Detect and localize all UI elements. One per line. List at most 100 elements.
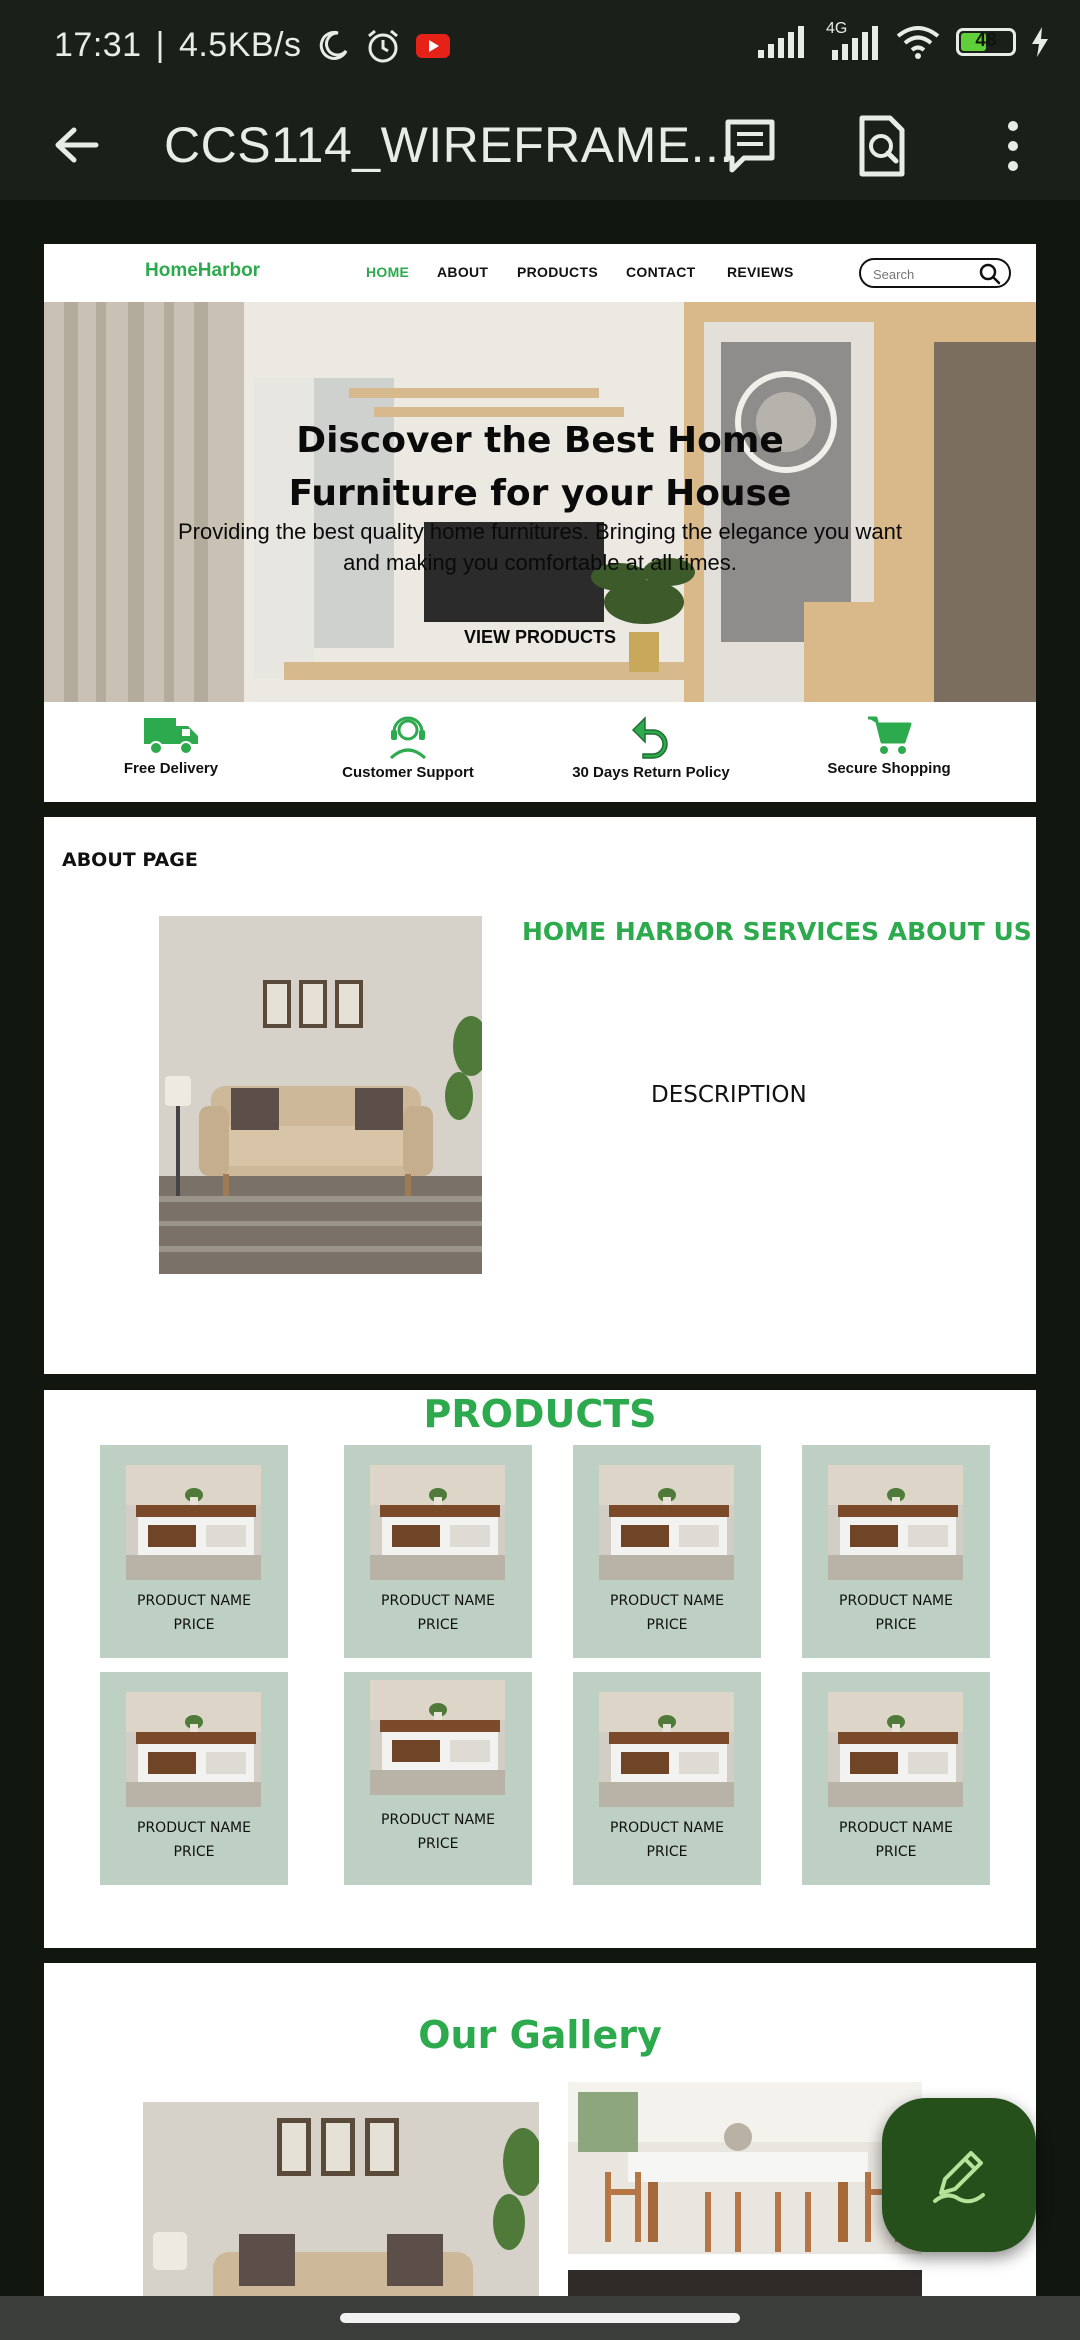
hero-subtitle: Providing the best quality home furnitur… bbox=[44, 516, 1036, 578]
sofa-image bbox=[159, 916, 482, 1274]
about-description: DESCRIPTION bbox=[651, 1082, 807, 1108]
product-name: PRODUCT NAME bbox=[610, 1820, 724, 1836]
product-image bbox=[126, 1465, 261, 1580]
wifi-icon bbox=[896, 26, 940, 59]
battery-icon: 48 bbox=[956, 28, 1016, 56]
search-box[interactable] bbox=[859, 258, 1011, 288]
search-icon[interactable] bbox=[979, 263, 1001, 285]
headset-icon bbox=[389, 716, 427, 760]
about-heading: HOME HARBOR SERVICES ABOUT US bbox=[522, 917, 1032, 946]
product-name: PRODUCT NAME bbox=[839, 1593, 953, 1609]
product-name: PRODUCT NAME bbox=[137, 1593, 251, 1609]
charging-icon bbox=[1032, 27, 1048, 57]
feature-customer-support: Customer Support bbox=[338, 714, 478, 781]
product-price: PRICE bbox=[646, 1844, 688, 1860]
product-image bbox=[828, 1692, 963, 1807]
battery-text: 48 bbox=[975, 30, 997, 51]
search-input[interactable] bbox=[871, 263, 979, 285]
status-time: 17:31 bbox=[54, 26, 142, 64]
signal-4g-icon bbox=[832, 26, 878, 60]
feature-label: Free Delivery bbox=[123, 760, 219, 777]
youtube-icon bbox=[415, 33, 450, 58]
status-left: 17:31 | 4.5KB/s bbox=[54, 26, 450, 65]
product-name: PRODUCT NAME bbox=[610, 1593, 724, 1609]
product-card[interactable]: PRODUCT NAME PRICE bbox=[100, 1445, 288, 1658]
alarm-icon bbox=[367, 29, 398, 62]
feature-return-policy: 30 Days Return Policy bbox=[566, 714, 736, 781]
product-name: PRODUCT NAME bbox=[381, 1593, 495, 1609]
product-price: PRICE bbox=[875, 1617, 917, 1633]
nav-reviews[interactable]: REVIEWS bbox=[727, 264, 794, 280]
products-page-card: PRODUCTS PRODUCT NAME PRICE PRODUCT NAME PR… bbox=[44, 1390, 1036, 1948]
hero-page-card: HomeHarbor HOME ABOUT PRODUCTS CONTACT R… bbox=[44, 244, 1036, 802]
nav-contact[interactable]: CONTACT bbox=[626, 264, 696, 280]
hero-title-line1: Discover the Best Home bbox=[296, 420, 784, 461]
product-card[interactable]: PRODUCT NAME PRICE bbox=[573, 1672, 761, 1885]
view-products-button[interactable]: VIEW PRODUCTS bbox=[44, 627, 1036, 648]
product-card[interactable]: PRODUCT NAME PRICE bbox=[344, 1672, 532, 1885]
hero-title: Discover the Best Home Furniture for you… bbox=[44, 414, 1036, 520]
about-sofa-image bbox=[159, 916, 482, 1274]
status-bar: 17:31 | 4.5KB/s 4G 48 bbox=[0, 0, 1080, 96]
search-document-icon bbox=[859, 115, 905, 177]
document-toolbar: CCS114_WIREFRAME... bbox=[0, 96, 1080, 200]
product-image bbox=[599, 1465, 734, 1580]
product-card[interactable]: PRODUCT NAME PRICE bbox=[344, 1445, 532, 1658]
document-title: CCS114_WIREFRAME... bbox=[164, 117, 734, 173]
nav-home[interactable]: HOME bbox=[366, 264, 409, 280]
product-price: PRICE bbox=[173, 1617, 215, 1633]
feature-free-delivery: Free Delivery bbox=[116, 714, 226, 777]
feature-secure-shopping: Secure Shopping bbox=[824, 714, 954, 777]
hero-title-line2: Furniture for your House bbox=[288, 473, 792, 514]
product-image bbox=[599, 1692, 734, 1807]
product-price: PRICE bbox=[173, 1844, 215, 1860]
gallery-image-dining bbox=[568, 2082, 922, 2254]
site-brand[interactable]: HomeHarbor bbox=[145, 260, 260, 282]
edit-fab-button[interactable] bbox=[882, 2098, 1036, 2252]
product-price: PRICE bbox=[646, 1617, 688, 1633]
features-bar: Free Delivery Customer Support 30 Days R… bbox=[44, 702, 1036, 802]
return-arrow-icon bbox=[631, 716, 668, 759]
feature-label: Secure Shopping bbox=[827, 760, 951, 777]
nav-products[interactable]: PRODUCTS bbox=[517, 264, 598, 280]
product-image bbox=[126, 1692, 261, 1807]
product-price: PRICE bbox=[875, 1844, 917, 1860]
nav-about[interactable]: ABOUT bbox=[437, 264, 488, 280]
hero-subtitle-line1: Providing the best quality home furnitur… bbox=[178, 519, 902, 544]
product-price: PRICE bbox=[417, 1836, 459, 1852]
search-document-button[interactable] bbox=[854, 114, 910, 183]
about-page-card: ABOUT PAGE HOME HARBOR SERVICES ABOUT US… bbox=[44, 817, 1036, 1374]
product-name: PRODUCT NAME bbox=[381, 1812, 495, 1828]
network-4g: 4G bbox=[820, 20, 880, 60]
product-card[interactable]: PRODUCT NAME PRICE bbox=[100, 1672, 288, 1885]
back-button[interactable] bbox=[50, 118, 104, 177]
feature-label: 30 Days Return Policy bbox=[572, 764, 730, 781]
product-image bbox=[370, 1680, 505, 1795]
signal-icon bbox=[758, 26, 804, 58]
product-card[interactable]: PRODUCT NAME PRICE bbox=[802, 1672, 990, 1885]
comment-button[interactable] bbox=[720, 114, 780, 181]
cart-icon bbox=[868, 716, 912, 754]
hero-subtitle-line2: and making you comfortable at all times. bbox=[343, 550, 737, 575]
comment-icon bbox=[725, 119, 775, 173]
feature-label: Customer Support bbox=[342, 764, 474, 781]
status-right: 4G 48 bbox=[758, 20, 1050, 60]
truck-icon bbox=[144, 718, 198, 755]
gallery-title: Our Gallery bbox=[418, 2013, 662, 2057]
product-card[interactable]: PRODUCT NAME PRICE bbox=[802, 1445, 990, 1658]
hero-banner: Discover the Best Home Furniture for you… bbox=[44, 302, 1036, 702]
product-card[interactable]: PRODUCT NAME PRICE bbox=[573, 1445, 761, 1658]
status-speed: 4.5KB/s bbox=[178, 26, 302, 64]
product-image bbox=[370, 1465, 505, 1580]
status-separator: | bbox=[155, 26, 165, 64]
more-options-button[interactable] bbox=[998, 114, 1028, 183]
more-icon bbox=[1008, 121, 1018, 171]
gesture-navigation-bar bbox=[0, 2296, 1080, 2340]
home-gesture-handle[interactable] bbox=[340, 2313, 740, 2323]
products-title: PRODUCTS bbox=[423, 1392, 657, 1436]
product-name: PRODUCT NAME bbox=[839, 1820, 953, 1836]
moon-icon bbox=[319, 30, 347, 60]
back-arrow-icon bbox=[55, 127, 99, 163]
gallery-dining-image bbox=[568, 2082, 922, 2254]
product-name: PRODUCT NAME bbox=[137, 1820, 251, 1836]
